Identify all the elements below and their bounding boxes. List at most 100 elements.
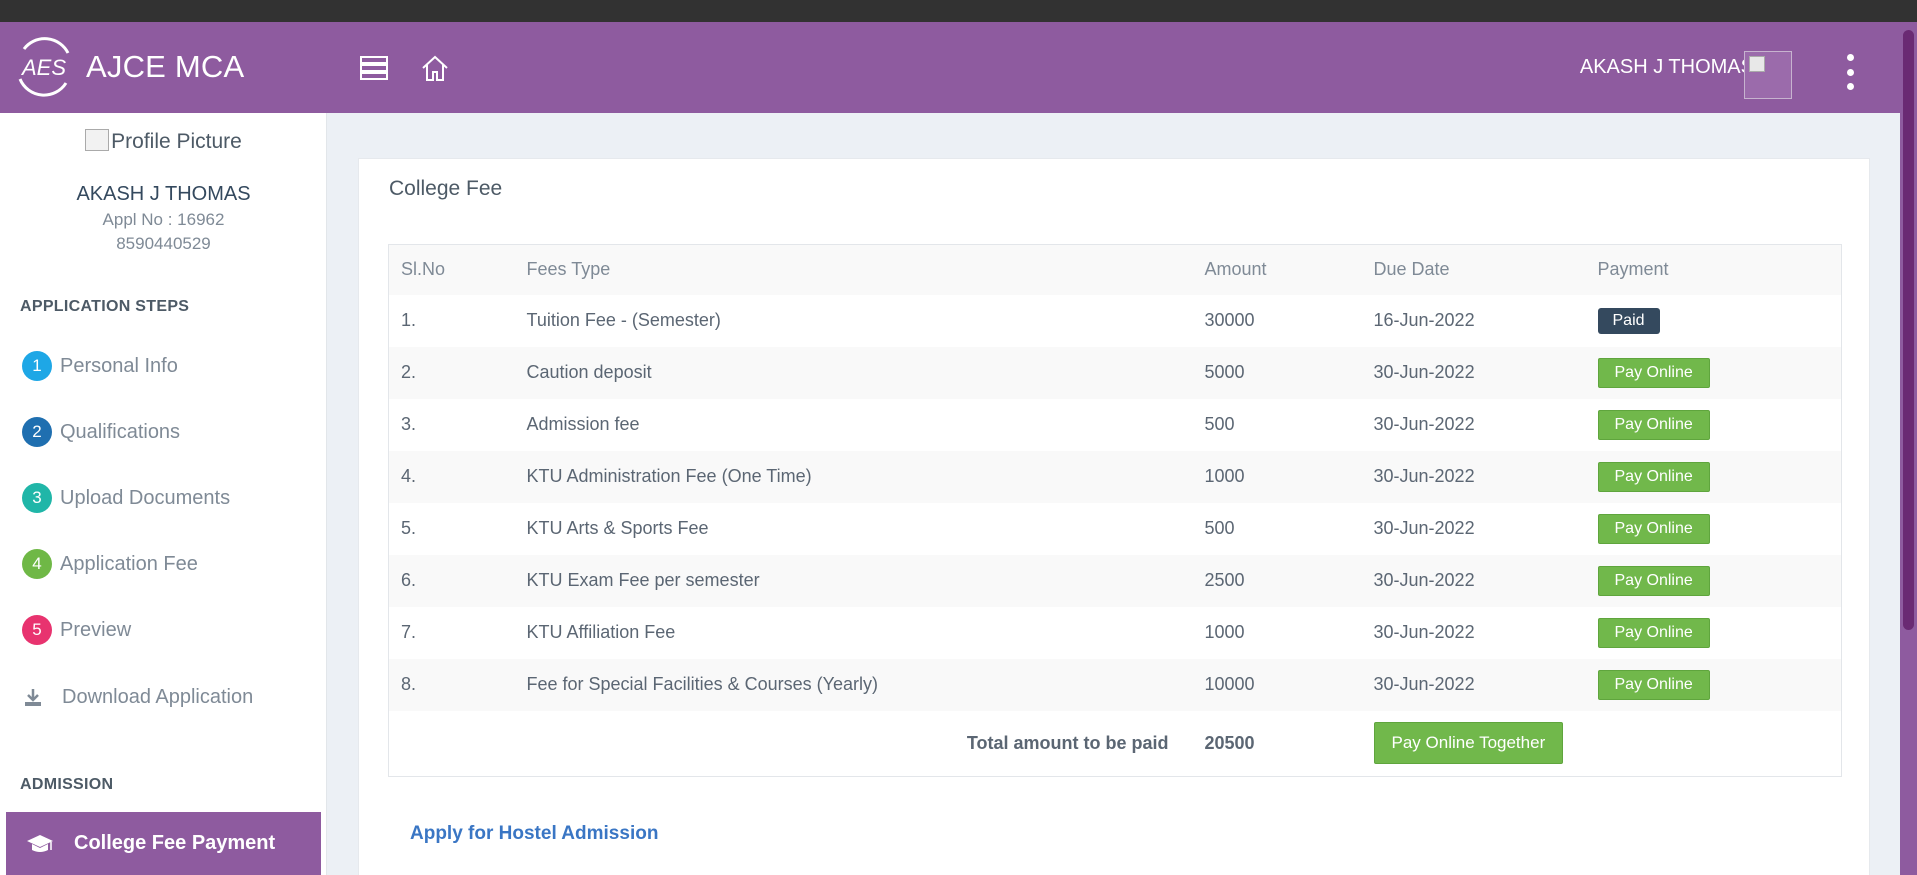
more-options-icon[interactable] — [1840, 52, 1860, 92]
col-header-slno: Sl.No — [388, 244, 515, 295]
top-navbar: AES AJCE MCA AKASH J THOMAS — [0, 22, 1900, 113]
cell-amount: 500 — [1204, 414, 1235, 434]
cell-fees-type: Tuition Fee - (Semester) — [526, 310, 721, 330]
cell-fees-type: KTU Administration Fee (One Time) — [514, 450, 1193, 503]
pay-online-button[interactable]: Pay Online — [1597, 357, 1710, 388]
cell-slno: 7. — [401, 622, 417, 642]
cell-amount: 1000 — [1204, 622, 1245, 642]
cell-payment: Pay Online — [1586, 503, 1842, 555]
menu-toggle-icon[interactable] — [356, 50, 392, 86]
step-number: 4 — [22, 549, 52, 579]
total-label: Total amount to be paid — [388, 710, 1193, 777]
table-header-row: Sl.No Fees Type Amount Due Date Payment — [388, 244, 1842, 295]
step-preview[interactable]: 5 Preview — [22, 610, 131, 650]
cell-slno: 4. — [388, 450, 515, 503]
step-label: Application Fee — [60, 552, 198, 575]
svg-text:AES: AES — [20, 55, 66, 80]
cell-due-date: 16-Jun-2022 — [1373, 310, 1475, 330]
cell-slno: 1. — [401, 310, 417, 330]
cell-due-date: 30-Jun-2022 — [1361, 346, 1586, 399]
col-header-fees-type: Fees Type — [514, 244, 1193, 295]
sidebar: Profile Picture AKASH J THOMAS Appl No :… — [0, 113, 327, 875]
cell-amount: 1000 — [1192, 450, 1362, 503]
cell-slno: 3. — [401, 414, 417, 434]
step-number: 2 — [22, 417, 52, 447]
pay-online-button[interactable]: Pay Online — [1597, 565, 1710, 596]
aes-logo: AES — [18, 37, 70, 97]
cell-due-date: 30-Jun-2022 — [1361, 658, 1586, 711]
cell-payment: Pay Online — [1586, 399, 1842, 451]
pay-online-button[interactable]: Pay Online — [1597, 669, 1710, 700]
fee-table: Sl.No Fees Type Amount Due Date Payment … — [388, 244, 1842, 777]
cell-amount: 10000 — [1192, 658, 1362, 711]
step-label: Preview — [60, 618, 132, 641]
paid-badge: Paid — [1597, 307, 1660, 334]
cell-fees-type: KTU Exam Fee per semester — [514, 554, 1193, 607]
total-row: Total amount to be paid 20500 Pay Online… — [388, 710, 1842, 777]
table-row: 2. Caution deposit 5000 30-Jun-2022 Pay … — [388, 346, 1842, 399]
cell-amount: 30000 — [1204, 310, 1255, 330]
cell-due-date: 30-Jun-2022 — [1373, 518, 1475, 538]
cell-due-date: 30-Jun-2022 — [1373, 622, 1475, 642]
cell-fees-type: Caution deposit — [514, 346, 1193, 399]
cell-payment: Pay Online — [1586, 607, 1842, 659]
cell-payment: Pay Online — [1585, 346, 1842, 399]
step-upload-documents[interactable]: 3 Upload Documents — [22, 478, 230, 518]
cell-slno: 8. — [388, 658, 515, 711]
app-name: AJCE MCA — [86, 49, 245, 84]
cell-payment: Pay Online — [1585, 554, 1842, 607]
step-number: 5 — [22, 615, 52, 645]
table-row: 5. KTU Arts & Sports Fee 500 30-Jun-2022… — [389, 503, 1842, 555]
table-row: 1. Tuition Fee - (Semester) 30000 16-Jun… — [389, 295, 1842, 347]
step-label: Personal Info — [60, 354, 178, 377]
download-label: Download Application — [62, 685, 254, 708]
cell-slno: 6. — [388, 554, 515, 607]
college-fee-card: College Fee Sl.No Fees Type Amount Due D… — [358, 158, 1870, 875]
application-number: Appl No : 16962 — [102, 210, 225, 229]
download-application-link[interactable]: Download Application — [22, 677, 253, 717]
cell-slno: 5. — [401, 518, 417, 538]
step-label: Upload Documents — [60, 486, 231, 509]
admission-header: ADMISSION — [20, 776, 114, 793]
application-steps-header: APPLICATION STEPS — [20, 298, 190, 315]
download-icon — [22, 686, 44, 708]
cell-fees-type: KTU Affiliation Fee — [526, 622, 676, 642]
total-action-cell: Pay Online Together — [1361, 710, 1842, 777]
profile-name: AKASH J THOMAS — [76, 183, 251, 205]
cell-due-date: 30-Jun-2022 — [1373, 414, 1475, 434]
table-row: 6. KTU Exam Fee per semester 2500 30-Jun… — [388, 554, 1842, 607]
active-item-label: College Fee Payment — [74, 832, 276, 854]
cell-payment: Pay Online — [1585, 658, 1842, 711]
table-row: 7. KTU Affiliation Fee 1000 30-Jun-2022 … — [389, 607, 1842, 659]
browser-top-strip — [0, 0, 1917, 22]
step-application-fee[interactable]: 4 Application Fee — [22, 544, 198, 584]
cell-due-date: 30-Jun-2022 — [1361, 450, 1586, 503]
cell-due-date: 30-Jun-2022 — [1361, 554, 1586, 607]
user-avatar[interactable] — [1744, 51, 1792, 99]
home-icon[interactable] — [417, 50, 453, 86]
col-header-payment: Payment — [1585, 244, 1842, 295]
pay-online-button[interactable]: Pay Online — [1597, 513, 1710, 544]
cell-fees-type: Fee for Special Facilities & Courses (Ye… — [514, 658, 1193, 711]
cell-slno: 2. — [388, 346, 515, 399]
pay-online-button[interactable]: Pay Online — [1597, 461, 1710, 492]
user-name[interactable]: AKASH J THOMAS — [1580, 56, 1754, 79]
step-personal-info[interactable]: 1 Personal Info — [22, 346, 178, 386]
card-title: College Fee — [389, 177, 503, 200]
table-row: 3. Admission fee 500 30-Jun-2022 Pay Onl… — [389, 399, 1842, 451]
step-qualifications[interactable]: 2 Qualifications — [22, 412, 180, 452]
apply-hostel-admission-link[interactable]: Apply for Hostel Admission — [410, 823, 658, 845]
cell-payment: Pay Online — [1585, 450, 1842, 503]
brand[interactable]: AES AJCE MCA — [12, 32, 244, 102]
phone-number: 8590440529 — [116, 234, 211, 253]
graduation-cap-icon — [27, 834, 53, 852]
pay-online-button[interactable]: Pay Online — [1597, 409, 1710, 440]
table-row: 4. KTU Administration Fee (One Time) 100… — [388, 450, 1842, 503]
pay-online-together-button[interactable]: Pay Online Together — [1373, 722, 1564, 765]
cell-amount: 500 — [1204, 518, 1235, 538]
pay-online-button[interactable]: Pay Online — [1597, 617, 1710, 648]
cell-amount: 2500 — [1192, 554, 1362, 607]
cell-payment: Paid — [1586, 295, 1842, 347]
scrollbar-thumb[interactable] — [1903, 30, 1914, 630]
sidebar-item-college-fee-payment[interactable]: College Fee Payment — [6, 812, 321, 875]
